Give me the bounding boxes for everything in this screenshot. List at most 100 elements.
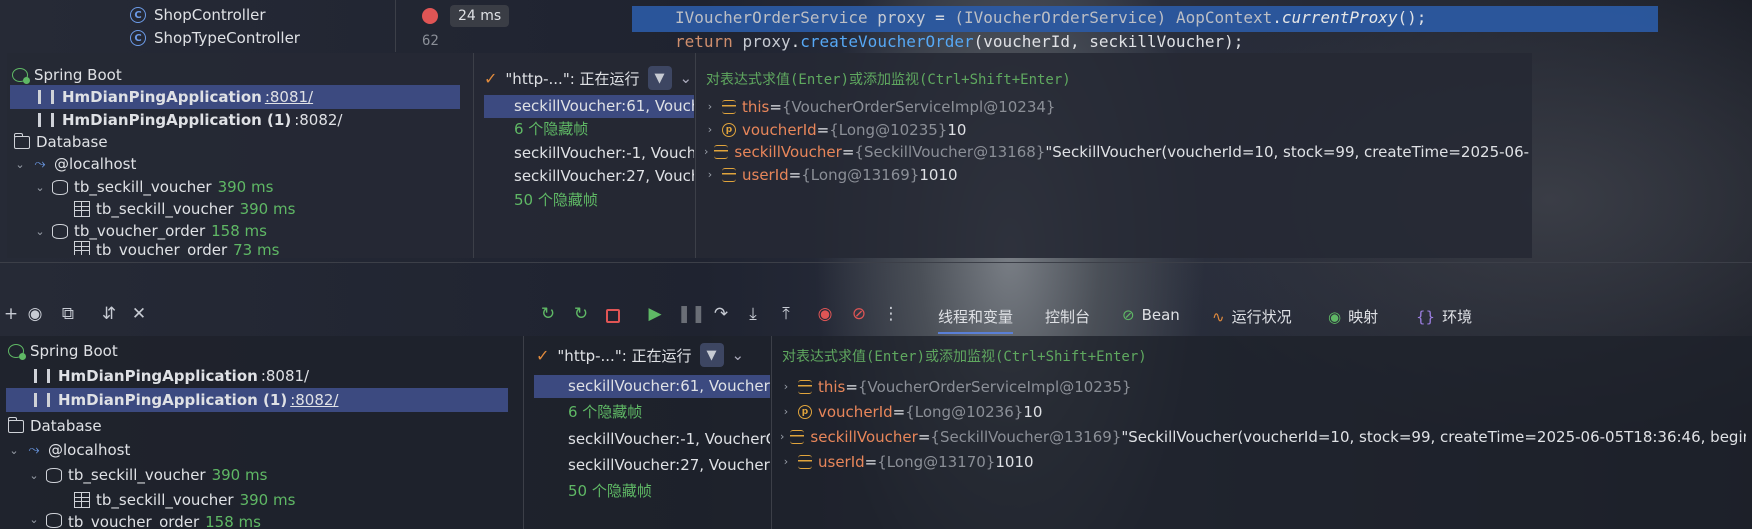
chevron-right-icon[interactable]: › [780,455,792,468]
project-item-shoptypecontroller[interactable]: C ShopTypeController [130,29,300,47]
chevron-right-icon[interactable]: › [704,123,716,136]
tree-item-table-seckill[interactable]: tb_seckill_voucher 390 ms [74,197,295,221]
filter-icon[interactable]: ▼ [647,66,672,90]
gutter-separator [395,0,396,52]
paused-icon [38,90,54,104]
stop-icon[interactable] [606,309,620,323]
tree-item-app-8082[interactable]: HmDianPingApplication (1):8082/ [6,388,508,412]
chevron-right-icon[interactable]: › [704,145,708,158]
chevron-down-icon[interactable]: ⌄ [28,513,40,526]
filter-icon[interactable]: ▼ [699,343,724,367]
tree-item-database[interactable]: Database [13,130,108,154]
add-icon[interactable]: + [0,304,22,324]
port-link[interactable]: :8081/ [265,88,313,106]
hidden-frames[interactable]: 50 个隐藏帧 [534,480,770,503]
expand-all-icon[interactable]: ⇵ [98,304,120,324]
tab-environment[interactable]: {} 环境 [1416,306,1472,327]
tree-item-table-seckill[interactable]: tb_seckill_voucher 390 ms [74,488,295,512]
variable-seckillvoucher[interactable]: › seckillVoucher = {SeckillVoucher@13169}… [780,425,1746,448]
tree-item-table-voucher-order[interactable]: tb_voucher_order 73 ms [74,241,279,255]
chevron-down-icon[interactable]: ⌄ [34,181,46,194]
variable-userid[interactable]: › userId = {Long@13170} 1010 [780,450,1746,473]
eye-icon[interactable]: ◉ [24,304,46,324]
chevron-right-icon[interactable]: › [704,168,716,181]
datasource-icon: ⤳ [34,156,46,172]
rerun-icon[interactable]: ↻ [537,304,559,324]
new-tab-icon[interactable]: ⧉ [57,304,79,324]
variable-userid[interactable]: › userId = {Long@13169} 1010 [704,163,1530,186]
step-into-icon[interactable]: ⤓ [742,304,764,324]
chevron-down-icon[interactable]: ⌄ [8,444,20,457]
tree-item-localhost[interactable]: ⌄ ⤳ @localhost [8,438,130,462]
port-link[interactable]: :8081/ [261,367,309,385]
view-breakpoints-icon[interactable]: ◉ [814,304,836,324]
evaluate-expression-input[interactable]: 对表达式求值(Enter)或添加监视(Ctrl+Shift+Enter) [782,346,1147,366]
tree-item-app-8081[interactable]: HmDianPingApplication:8081/ [32,364,309,388]
chevron-down-icon[interactable]: ⌄ [34,225,46,238]
code-line-proxy[interactable]: IVoucherOrderService proxy = (IVoucherOr… [675,8,1426,27]
chevron-down-icon[interactable]: ⌄ [28,469,40,482]
frame-item[interactable]: seckillVoucher:-1, VoucherO [534,428,770,451]
parameter-icon: p [722,122,736,137]
variable-this[interactable]: › this = {VoucherOrderServiceImpl@10235} [780,375,1746,398]
check-icon: ✓ [484,68,498,88]
variable-voucherid[interactable]: › p voucherId = {Long@10235} 10 [704,118,1530,141]
chevron-right-icon[interactable]: › [780,430,784,443]
resume-icon[interactable]: ▶ [644,304,666,324]
port-link[interactable]: :8082/ [290,391,338,409]
code-line-return[interactable]: return proxy.createVoucherOrder(voucherI… [675,32,1243,51]
table-icon [74,492,90,508]
tree-item-app-8082[interactable]: HmDianPingApplication (1):8082/ [36,108,342,132]
tree-item-tb-voucher-order[interactable]: ⌄ tb_voucher_order 158 ms [28,513,261,529]
breakpoint-icon[interactable] [422,8,438,24]
rerun-debug-icon[interactable]: ↻ [570,304,592,324]
chevron-down-icon[interactable]: ⌄ [14,158,26,171]
tree-item-app-8081[interactable]: HmDianPingApplication:8081/ [10,85,460,109]
frame-item[interactable]: seckillVoucher:27, VoucherO [484,165,694,188]
tab-console[interactable]: 控制台 [1045,306,1090,327]
thread-selector-upper[interactable]: ✓ "http-...": 正在运行 ▼ ⌄ [484,66,692,90]
frame-item[interactable]: seckillVoucher:-1, VoucherO [484,142,694,165]
braces-icon: {} [1416,307,1436,326]
chevron-down-icon[interactable]: ⌄ [680,69,693,87]
tab-bean[interactable]: ⊘ Bean [1122,306,1180,324]
frame-item[interactable]: seckillVoucher:27, VoucherO [534,454,770,477]
chevron-right-icon[interactable]: › [780,405,792,418]
tree-item-tb-voucher-order[interactable]: ⌄ tb_voucher_order 158 ms [34,219,267,243]
check-icon: ✓ [536,345,550,365]
pause-icon[interactable]: ❚❚ [677,304,706,324]
hidden-frames[interactable]: 6 个隐藏帧 [484,118,694,141]
variable-this[interactable]: › this = {VoucherOrderServiceImpl@10234} [704,95,1530,118]
hidden-frames[interactable]: 6 个隐藏帧 [534,401,770,424]
tree-item-localhost[interactable]: ⌄ ⤳ @localhost [14,152,136,176]
chevron-down-icon[interactable]: ⌄ [732,346,745,364]
tab-threads-variables[interactable]: 线程和变量 [938,306,1014,334]
project-item-shopcontroller[interactable]: C ShopController [130,6,266,24]
mapping-icon: ◉ [1328,307,1342,326]
tab-health[interactable]: ∿ 运行状况 [1212,306,1292,327]
hidden-frames[interactable]: 50 个隐藏帧 [484,189,694,212]
collapse-all-icon[interactable]: ✕ [128,304,150,324]
tree-item-tb-seckill-voucher[interactable]: ⌄ tb_seckill_voucher 390 ms [28,463,267,487]
mute-breakpoints-icon[interactable]: ⊘ [848,304,870,324]
chevron-right-icon[interactable]: › [704,100,716,113]
step-out-icon[interactable]: ⤒ [775,304,797,324]
table-icon [74,241,90,255]
toolbar-separator [0,262,1752,263]
more-icon[interactable]: ⋮ [880,304,902,324]
evaluate-expression-input[interactable]: 对表达式求值(Enter)或添加监视(Ctrl+Shift+Enter) [706,69,1071,89]
variable-voucherid[interactable]: › p voucherId = {Long@10236} 10 [780,400,1746,423]
tree-item-tb-seckill-voucher[interactable]: ⌄ tb_seckill_voucher 390 ms [34,175,273,199]
variable-seckillvoucher[interactable]: › seckillVoucher = {SeckillVoucher@13168}… [704,140,1530,163]
tree-item-spring-boot[interactable]: Spring Boot [12,63,122,87]
thread-selector-lower[interactable]: ✓ "http-...": 正在运行 ▼ ⌄ [536,343,744,367]
paused-icon [38,113,54,127]
step-over-icon[interactable]: ↷ [710,304,732,324]
tree-item-spring-boot[interactable]: Spring Boot [8,339,118,363]
frame-item[interactable]: seckillVoucher:61, VoucherO [484,95,694,118]
port-link[interactable]: :8082/ [294,111,342,129]
chevron-right-icon[interactable]: › [780,380,792,393]
tree-item-database[interactable]: Database [7,414,102,438]
tab-mappings[interactable]: ◉ 映射 [1328,306,1378,327]
frame-item[interactable]: seckillVoucher:61, VoucherO [534,375,770,398]
